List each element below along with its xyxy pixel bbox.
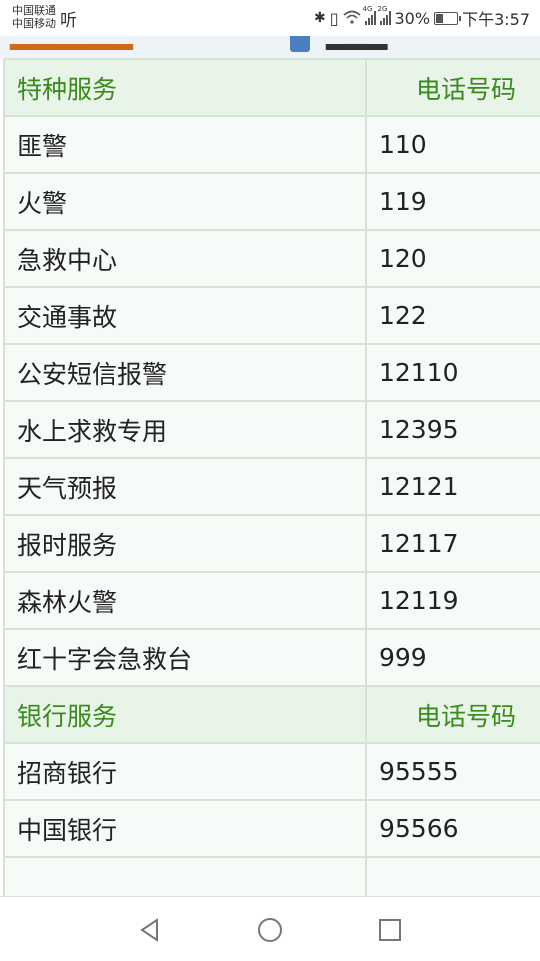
phone-number[interactable]: 12121 [365,457,540,516]
service-name: 招商银行 [3,742,367,801]
table-row: 急救中心 120 [3,229,540,288]
table-row: 公安短信报警 12110 [3,343,540,402]
phone-number[interactable]: 95566 [365,799,540,858]
table-row: 交通事故 122 [3,286,540,345]
service-name: 水上求救专用 [3,400,367,459]
phone-number[interactable]: 999 [365,628,540,687]
home-icon[interactable] [257,917,283,943]
partial-link[interactable]: ▂▂▂▂▂▂▂▂ [10,36,133,50]
service-name: 交通事故 [3,286,367,345]
header-phone: 电话号码 [365,58,540,117]
scrolled-header-strip: ▂▂▂▂▂▂▂▂ ▂▂▂▂ [0,36,540,58]
service-name: 火警 [3,172,367,231]
service-name: 报时服务 [3,514,367,573]
wifi-icon [342,9,361,28]
table-row: 红十字会急救台 999 [3,628,540,687]
table-row: 水上求救专用 12395 [3,400,540,459]
phone-table: 特种服务 电话号码 匪警 110 火警 119 急救中心 120 交通事故 12… [3,58,540,896]
service-name: 急救中心 [3,229,367,288]
phone-number[interactable]: 95555 [365,742,540,801]
recent-apps-icon[interactable] [377,917,403,943]
status-bar: 中国联通 中国移动 听 ✱ ▯ 4G 2G 30% 下午3:57 [0,0,540,36]
battery-icon [434,11,462,25]
service-name [3,856,367,896]
service-name: 匪警 [3,115,367,174]
phone-number[interactable]: 110 [365,115,540,174]
header-service: 银行服务 [3,685,367,744]
phone-number[interactable]: 120 [365,229,540,288]
document-icon [290,36,310,52]
table-row: 报时服务 12117 [3,514,540,573]
back-icon[interactable] [137,917,163,943]
carrier-info: 中国联通 中国移动 [12,4,56,30]
phone-directory: 特种服务 电话号码 匪警 110 火警 119 急救中心 120 交通事故 12… [3,58,540,896]
status-icons: ✱ ▯ 4G 2G 30% 下午3:57 [313,5,530,29]
table-row: 火警 119 [3,172,540,231]
phone-number[interactable]: 12117 [365,514,540,573]
table-row: 中国银行 95566 [3,799,540,858]
navigation-bar [0,896,540,961]
vibrate-icon: ▯ [329,8,339,28]
battery-percent: 30% [394,8,431,28]
phone-number[interactable]: 122 [365,286,540,345]
carrier-2: 中国移动 [12,17,56,30]
table-row: 天气预报 12121 [3,457,540,516]
service-name: 公安短信报警 [3,343,367,402]
partial-link-2[interactable]: ▂▂▂▂ [326,36,388,50]
phone-number[interactable]: 119 [365,172,540,231]
phone-number[interactable] [365,856,540,896]
table-row: 森林火警 12119 [3,571,540,630]
phone-number[interactable]: 12395 [365,400,540,459]
table-header-row: 特种服务 电话号码 [3,58,540,117]
signal-2g-icon: 2G [378,5,391,25]
table-header-row: 银行服务 电话号码 [3,685,540,744]
carrier-1: 中国联通 [12,4,56,17]
service-name: 森林火警 [3,571,367,630]
hd-voice-label: 听 [60,11,77,31]
table-row: 匪警 110 [3,115,540,174]
service-name: 天气预报 [3,457,367,516]
signal-4g-icon: 4G [363,5,376,25]
header-phone: 电话号码 [365,685,540,744]
table-row [3,856,540,896]
table-row: 招商银行 95555 [3,742,540,801]
phone-number[interactable]: 12119 [365,571,540,630]
header-service: 特种服务 [3,58,367,117]
phone-number[interactable]: 12110 [365,343,540,402]
service-name: 中国银行 [3,799,367,858]
service-name: 红十字会急救台 [3,628,367,687]
bluetooth-icon: ✱ [313,10,326,26]
clock: 下午3:57 [462,10,530,29]
